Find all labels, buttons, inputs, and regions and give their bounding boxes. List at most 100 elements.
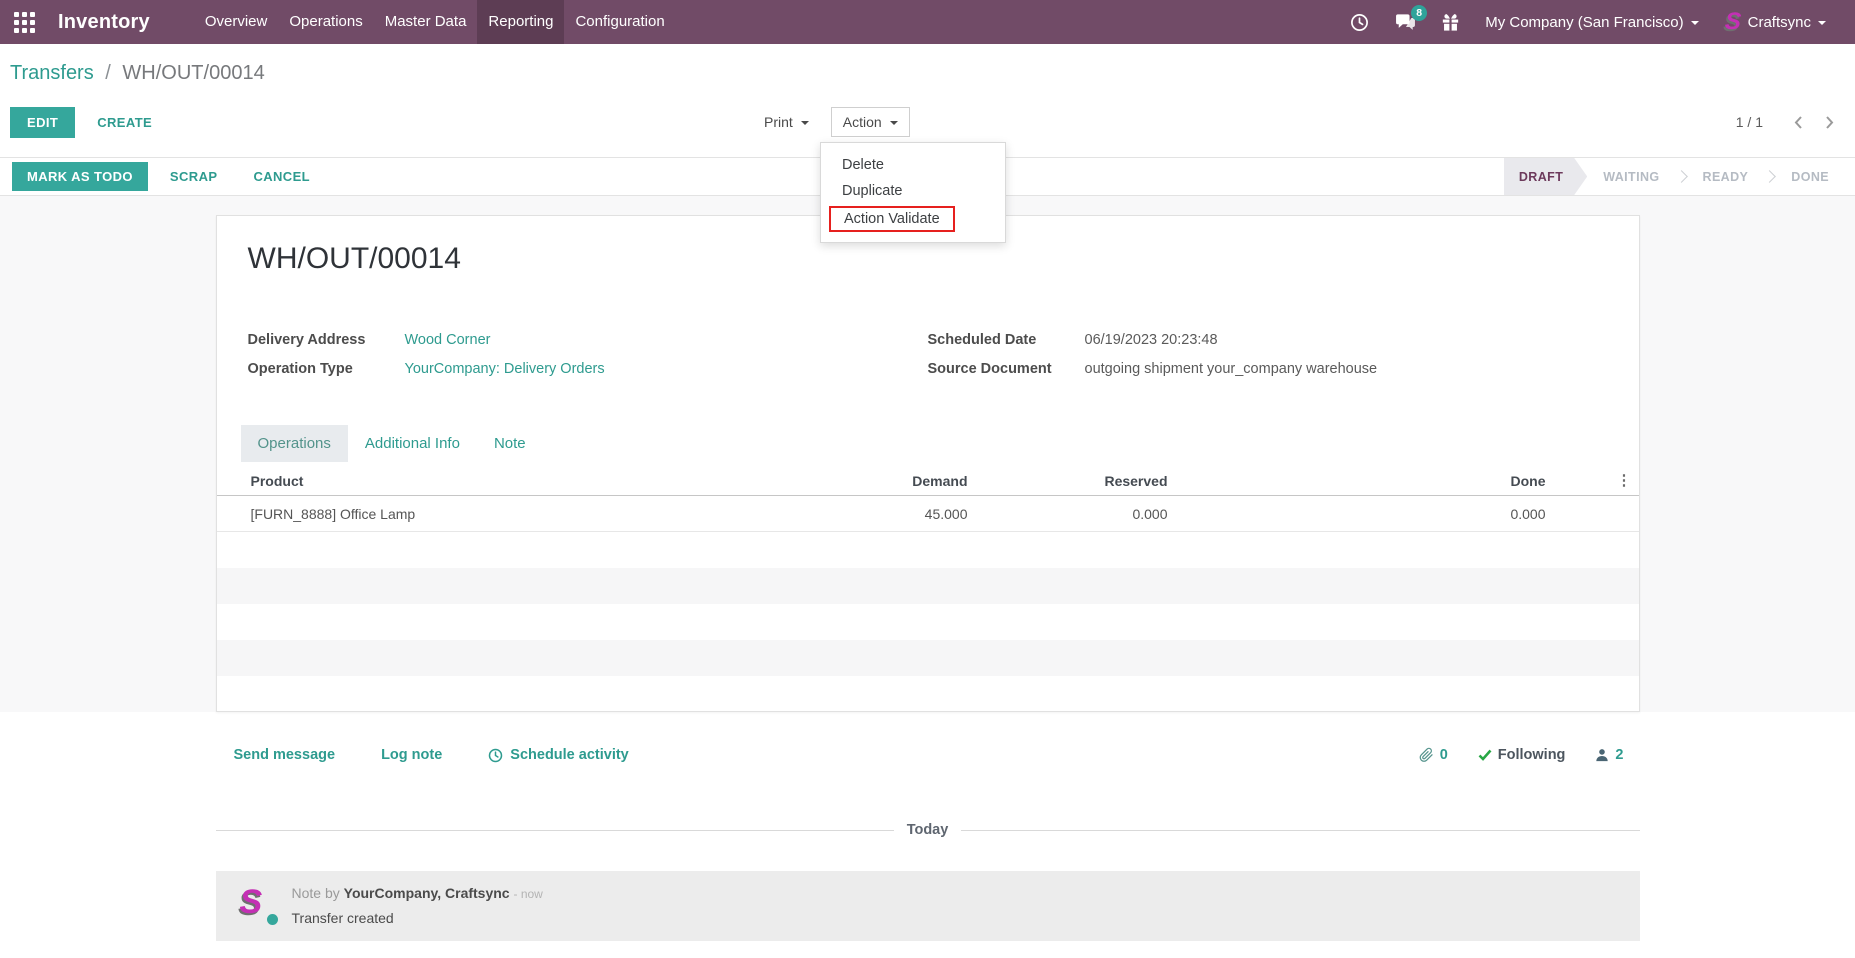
app-title: Inventory [58, 10, 150, 33]
chatter: Send message Log note Schedule activity … [0, 712, 1855, 958]
nav-item-reporting[interactable]: Reporting [477, 0, 565, 44]
breadcrumb-transfers-link[interactable]: Transfers [10, 62, 94, 84]
date-divider: Today [215, 822, 1640, 838]
message-avatar: S [240, 883, 278, 925]
online-status-dot [266, 914, 278, 925]
apps-grid-icon[interactable] [14, 11, 35, 33]
avatar: S [1723, 8, 1742, 35]
field-label: Scheduled Date [927, 332, 1037, 348]
field-column-left: Delivery Address Wood Corner Operation T… [248, 330, 928, 388]
tab-note[interactable]: Note [477, 425, 543, 462]
clock-icon [489, 748, 503, 762]
schedule-activity-button[interactable]: Schedule activity [488, 747, 629, 763]
note-author: YourCompany, Craftsync [343, 885, 510, 901]
scrap-button[interactable]: SCRAP [156, 161, 232, 192]
nav-item-operations[interactable]: Operations [278, 0, 373, 44]
pager: 1 / 1 [1736, 106, 1841, 138]
field-label: Source Document [927, 361, 1052, 377]
operations-table: Product Demand Reserved Done ⋮ [FURN_888… [216, 466, 1639, 676]
navbar-right: 8 My Company (San Francisco) S Craftsync [1337, 0, 1855, 44]
attachments-button[interactable]: 0 [1419, 747, 1448, 763]
menu-item-delete[interactable]: Delete [821, 152, 1005, 178]
source-document-value: outgoing shipment your_company warehouse [1084, 361, 1378, 377]
done-cell: 0.000 [1510, 505, 1546, 522]
messages-icon[interactable]: 8 [1382, 0, 1429, 44]
sheet-background: WH/OUT/00014 Delivery Address Wood Corne… [0, 196, 1855, 712]
mark-as-todo-button[interactable]: MARK AS TODO [12, 162, 148, 191]
tab-additional-info[interactable]: Additional Info [348, 425, 477, 462]
date-divider-label: Today [906, 822, 949, 838]
company-switcher[interactable]: My Company (San Francisco) [1472, 0, 1711, 44]
menu-item-duplicate[interactable]: Duplicate [821, 178, 1005, 204]
tab-operations[interactable]: Operations [240, 425, 348, 462]
print-dropdown[interactable]: Print [752, 107, 821, 137]
field-label: Delivery Address [247, 332, 366, 348]
column-header-product[interactable]: Product [217, 473, 703, 489]
field-source-document: Source Document outgoing shipment your_c… [928, 359, 1639, 379]
control-panel: Transfers / WH/OUT/00014 EDIT CREATE Pri… [0, 44, 1855, 157]
table-row[interactable]: [FURN_8888] Office Lamp 45.000 0.000 0.0… [216, 496, 1639, 532]
check-icon [1478, 749, 1492, 761]
status-ready: READY [1702, 169, 1749, 184]
paperclip-icon [1419, 747, 1433, 762]
breadcrumb: Transfers / WH/OUT/00014 [10, 60, 1855, 86]
user-name: Craftsync [1747, 13, 1811, 31]
note-timestamp: - now [513, 887, 543, 901]
nav-item-master-data[interactable]: Master Data [374, 0, 478, 44]
attachments-count: 0 [1439, 747, 1448, 763]
message-note: S Note by YourCompany, Craftsync - now T… [215, 871, 1640, 941]
demand-cell: 45.000 [924, 505, 968, 522]
followers-button[interactable]: 2 [1595, 747, 1624, 763]
form-sheet: WH/OUT/00014 Delivery Address Wood Corne… [215, 215, 1640, 712]
empty-row [217, 532, 1639, 568]
status-draft: DRAFT [1504, 158, 1587, 195]
record-title: WH/OUT/00014 [247, 242, 461, 275]
optional-columns-icon[interactable]: ⋮ [1617, 470, 1632, 491]
field-label: Operation Type [247, 361, 353, 377]
scheduled-date-value: 06/19/2023 20:23:48 [1084, 332, 1218, 348]
chevron-separator-icon [1674, 170, 1688, 183]
chevron-down-icon [889, 121, 898, 125]
empty-row [216, 568, 1639, 604]
create-button[interactable]: CREATE [83, 107, 166, 138]
note-prefix: Note by [291, 885, 340, 901]
nav-item-configuration[interactable]: Configuration [564, 0, 675, 44]
following-button[interactable]: Following [1478, 747, 1566, 763]
note-text: Transfer created [291, 910, 394, 926]
followers-count: 2 [1615, 747, 1624, 763]
field-column-right: Scheduled Date 06/19/2023 20:23:48 Sourc… [928, 330, 1639, 388]
user-menu[interactable]: S Craftsync [1712, 0, 1839, 44]
product-cell: [FURN_8888] Office Lamp [250, 505, 416, 522]
gift-icon[interactable] [1429, 0, 1472, 44]
top-navbar: Inventory Overview Operations Master Dat… [0, 0, 1855, 44]
status-waiting: WAITING [1603, 169, 1660, 184]
nav-item-overview[interactable]: Overview [194, 0, 279, 44]
operation-type-link[interactable]: YourCompany: Delivery Orders [405, 359, 605, 379]
action-menu: Delete Duplicate Action Validate [820, 142, 1006, 243]
chevron-separator-icon [1763, 170, 1777, 183]
send-message-button[interactable]: Send message [234, 747, 336, 763]
activities-clock-icon[interactable] [1337, 0, 1382, 44]
cancel-button[interactable]: CANCEL [239, 161, 324, 192]
person-icon [1596, 749, 1609, 762]
action-dropdown[interactable]: Action [830, 107, 910, 137]
column-header-done[interactable]: Done [1168, 473, 1639, 489]
column-header-reserved[interactable]: Reserved [968, 473, 1167, 489]
following-label: Following [1497, 747, 1566, 763]
reserved-cell: 0.000 [1132, 505, 1168, 522]
notebook-tabs: Operations Additional Info Note [217, 425, 1639, 462]
messages-count-badge: 8 [1411, 5, 1428, 21]
column-header-demand[interactable]: Demand [703, 473, 967, 489]
status-done: DONE [1791, 169, 1829, 184]
pager-next-icon[interactable] [1819, 113, 1841, 132]
field-grid: Delivery Address Wood Corner Operation T… [248, 330, 1639, 388]
control-buttons-row: EDIT CREATE Print Action 1 / 1 [10, 106, 1855, 138]
chevron-down-icon [1690, 21, 1699, 25]
pager-previous-icon[interactable] [1787, 113, 1809, 132]
menu-item-action-validate[interactable]: Action Validate [829, 206, 955, 232]
delivery-address-link[interactable]: Wood Corner [405, 330, 491, 350]
edit-button[interactable]: EDIT [10, 106, 76, 138]
chevron-down-icon [1818, 21, 1826, 25]
field-scheduled-date: Scheduled Date 06/19/2023 20:23:48 [928, 330, 1639, 350]
log-note-button[interactable]: Log note [381, 747, 442, 763]
